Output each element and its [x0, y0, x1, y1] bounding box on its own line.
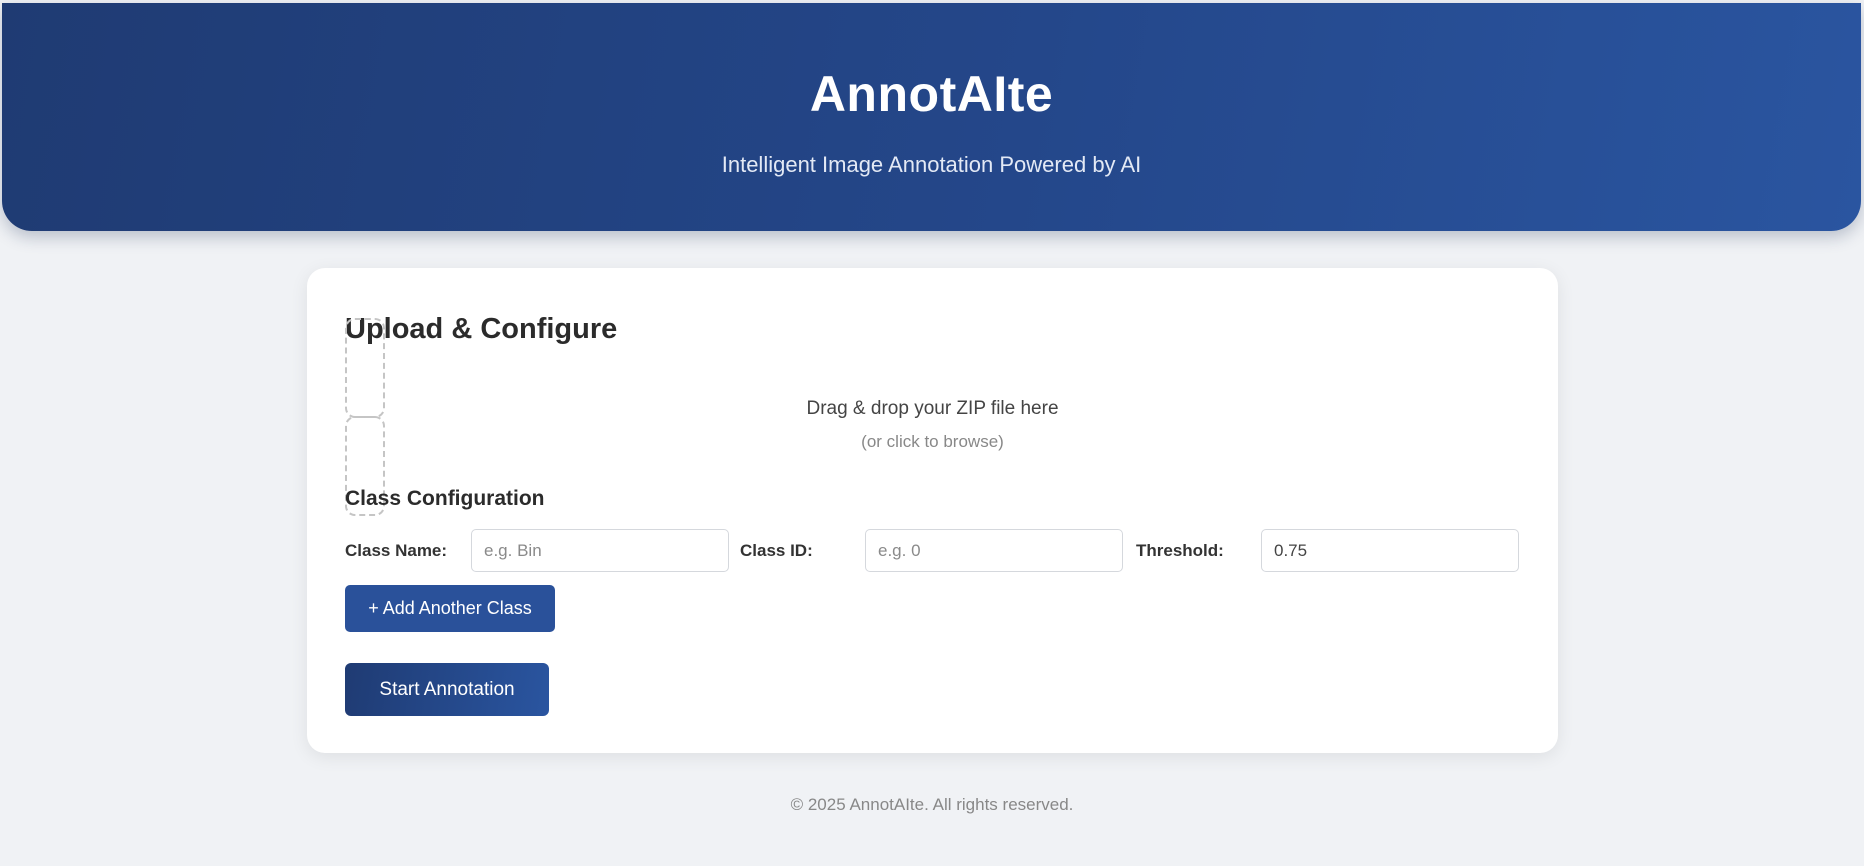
dropzone-main-text: Drag & drop your ZIP file here [806, 398, 1059, 419]
footer-copyright: © 2025 AnnotAIte. All rights reserved. [790, 795, 1074, 814]
start-annotation-button[interactable]: Start Annotation [345, 663, 549, 716]
upload-config-card: Upload & Configure Drag & drop your ZIP … [307, 268, 1558, 753]
app-subtitle: Intelligent Image Annotation Powered by … [721, 152, 1142, 177]
class-name-label: Class Name: [345, 541, 448, 560]
dropzone-sub-text: (or click to browse) [861, 432, 1004, 451]
app-header: AnnotAIte Intelligent Image Annotation P… [2, 3, 1861, 231]
app-title: AnnotAIte [809, 66, 1054, 122]
class-config-title: Class Configuration [345, 487, 545, 510]
threshold-label: Threshold: [1136, 541, 1224, 560]
threshold-input[interactable] [1261, 529, 1519, 572]
class-id-label: Class ID: [740, 541, 813, 560]
class-name-input[interactable] [471, 529, 729, 572]
add-class-button[interactable]: + Add Another Class [345, 585, 555, 632]
zip-dropzone[interactable]: Drag & drop your ZIP file here (or click… [345, 318, 1520, 516]
class-id-input[interactable] [865, 529, 1123, 572]
class-config-row: Class Name: Class ID: Threshold: [345, 529, 1520, 572]
